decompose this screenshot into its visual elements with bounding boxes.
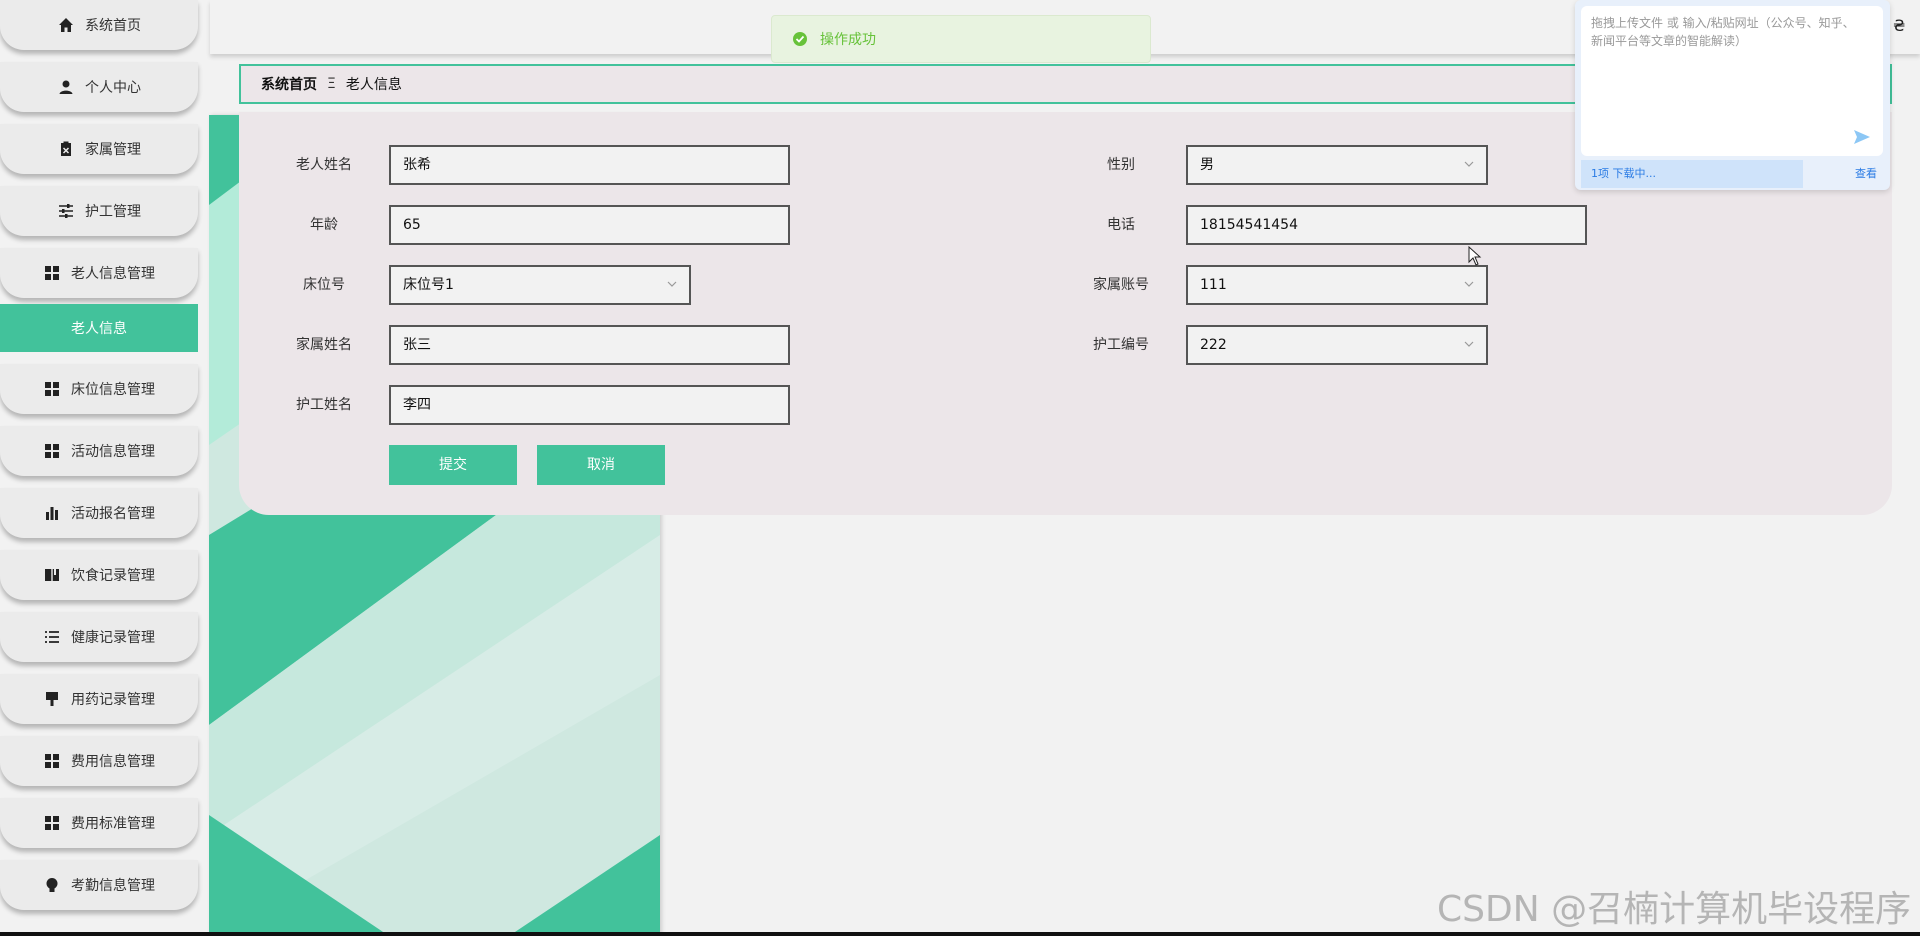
sidebar-item-caregiver[interactable]: 护工管理: [0, 186, 198, 236]
sidebar-item-diet[interactable]: 饮食记录管理: [0, 550, 198, 600]
sidebar-item-label: 个人中心: [85, 80, 141, 96]
bed-label: 床位号: [303, 277, 345, 293]
sidebar-item-family[interactable]: 家属管理: [0, 124, 198, 174]
sidebar-item-bed[interactable]: 床位信息管理: [0, 364, 198, 414]
bed-select[interactable]: 床位号1: [389, 265, 691, 305]
watermark: CSDN @召楠计算机毕设程序: [1437, 889, 1912, 930]
family-account-label: 家属账号: [1093, 277, 1149, 293]
clipboard-icon: [57, 140, 75, 158]
age-label: 年龄: [310, 217, 338, 233]
edge-icon: ₴: [1893, 16, 1906, 35]
sidebar-item-activity[interactable]: 活动信息管理: [0, 426, 198, 476]
sidebar-item-elder-management[interactable]: 老人信息管理: [0, 248, 198, 298]
sidebar-item-fee-info[interactable]: 费用信息管理: [0, 736, 198, 786]
sidebar-item-fee-standard[interactable]: 费用标准管理: [0, 798, 198, 848]
view-link[interactable]: 查看: [1855, 160, 1877, 188]
sidebar-item-label: 老人信息: [71, 321, 127, 337]
toast-message: 操作成功: [820, 32, 876, 48]
sidebar-item-medication[interactable]: 用药记录管理: [0, 674, 198, 724]
mouse-cursor-icon: [1468, 246, 1482, 266]
sidebar-item-label: 考勤信息管理: [71, 878, 155, 894]
sliders-icon: [57, 202, 75, 220]
family-name-label: 家属姓名: [296, 337, 352, 353]
family-account-value: 111: [1200, 277, 1227, 293]
chevron-down-icon: [1464, 161, 1474, 167]
chevron-down-icon: [1464, 281, 1474, 287]
grid-icon: [43, 264, 61, 282]
upload-dropzone[interactable]: 拖拽上传文件 或 输入/粘贴网址（公众号、知乎、新闻平台等文章的智能解读）: [1581, 6, 1883, 156]
upload-widget: 拖拽上传文件 或 输入/粘贴网址（公众号、知乎、新闻平台等文章的智能解读） 1项…: [1575, 0, 1890, 190]
sidebar-item-label: 健康记录管理: [71, 630, 155, 646]
family-account-select[interactable]: 111: [1186, 265, 1488, 305]
bulb-icon: [43, 876, 61, 894]
bed-value: 床位号1: [403, 277, 454, 293]
sidebar-item-label: 家属管理: [85, 142, 141, 158]
caregiver-name-input[interactable]: 李四: [389, 385, 790, 425]
sidebar-item-activity-signup[interactable]: 活动报名管理: [0, 488, 198, 538]
brush-icon: [43, 690, 61, 708]
sidebar-item-label: 费用信息管理: [71, 754, 155, 770]
age-input[interactable]: 65: [389, 205, 790, 245]
submit-button[interactable]: 提交: [389, 445, 517, 485]
caregiver-name-label: 护工姓名: [296, 397, 352, 413]
cancel-button[interactable]: 取消: [537, 445, 665, 485]
sidebar-item-health[interactable]: 健康记录管理: [0, 612, 198, 662]
send-icon[interactable]: [1853, 128, 1871, 146]
caregiver-no-value: 222: [1200, 337, 1227, 353]
sidebar-item-home[interactable]: 系统首页: [0, 0, 198, 50]
chevron-down-icon: [667, 281, 677, 287]
sidebar-item-label: 系统首页: [85, 18, 141, 34]
user-icon: [57, 78, 75, 96]
bottom-edge: [0, 932, 1920, 936]
check-circle-icon: [793, 32, 807, 46]
sidebar-item-profile[interactable]: 个人中心: [0, 62, 198, 112]
book-icon: [43, 566, 61, 584]
sidebar-item-label: 老人信息管理: [71, 266, 155, 282]
family-name-input[interactable]: 张三: [389, 325, 790, 365]
gender-label: 性别: [1107, 157, 1135, 173]
sidebar-item-label: 活动报名管理: [71, 506, 155, 522]
grid-icon: [43, 752, 61, 770]
breadcrumb-separator: Ξ: [327, 76, 336, 92]
name-label: 老人姓名: [296, 157, 352, 173]
chevron-down-icon: [1464, 341, 1474, 347]
grid-icon: [43, 442, 61, 460]
phone-input[interactable]: 18154541454: [1186, 205, 1587, 245]
name-input[interactable]: 张希: [389, 145, 790, 185]
success-toast: 操作成功: [771, 15, 1151, 63]
home-icon: [57, 16, 75, 34]
sidebar-item-label: 活动信息管理: [71, 444, 155, 460]
breadcrumb-current: 老人信息: [345, 77, 402, 93]
caregiver-no-label: 护工编号: [1093, 337, 1149, 353]
gender-value: 男: [1200, 157, 1214, 173]
sidebar-item-label: 费用标准管理: [71, 816, 155, 832]
sidebar-item-attendance[interactable]: 考勤信息管理: [0, 860, 198, 910]
upload-placeholder: 拖拽上传文件 或 输入/粘贴网址（公众号、知乎、新闻平台等文章的智能解读）: [1591, 16, 1855, 48]
grid-icon: [43, 380, 61, 398]
sidebar-item-label: 护工管理: [85, 204, 141, 220]
sidebar-item-label: 床位信息管理: [71, 382, 155, 398]
bar-chart-icon: [43, 504, 61, 522]
breadcrumb-home[interactable]: 系统首页: [261, 74, 317, 94]
grid-icon: [43, 814, 61, 832]
gender-select[interactable]: 男: [1186, 145, 1488, 185]
download-status: 1项 下载中...: [1581, 160, 1803, 188]
phone-label: 电话: [1107, 217, 1135, 233]
sidebar-item-elder-info[interactable]: 老人信息: [0, 304, 198, 352]
list-icon: [43, 628, 61, 646]
caregiver-no-select[interactable]: 222: [1186, 325, 1488, 365]
sidebar: 系统首页 个人中心 家属管理 护工管理 老人信息管理 老人信息 床位信息管理 活…: [0, 0, 200, 936]
sidebar-item-label: 用药记录管理: [71, 692, 155, 708]
sidebar-item-label: 饮食记录管理: [71, 568, 155, 584]
